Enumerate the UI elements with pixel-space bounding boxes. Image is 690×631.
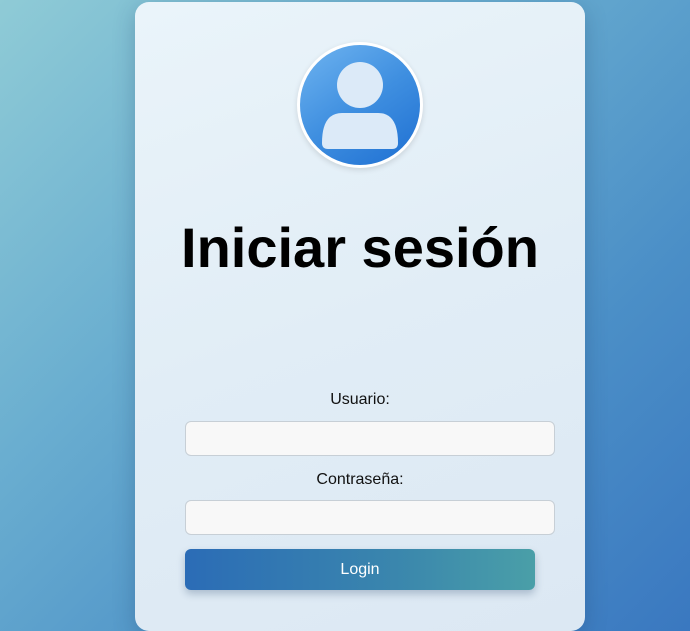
user-avatar-icon xyxy=(300,45,420,165)
login-button[interactable]: Login xyxy=(185,549,535,590)
password-label: Contraseña: xyxy=(316,471,404,488)
username-field[interactable] xyxy=(185,421,555,456)
avatar xyxy=(297,42,423,168)
password-field[interactable] xyxy=(185,500,555,535)
login-card: Iniciar sesión Usuario: Contraseña: Logi… xyxy=(135,2,585,631)
username-label: Usuario: xyxy=(330,391,390,408)
page-title: Iniciar sesión xyxy=(181,216,539,279)
